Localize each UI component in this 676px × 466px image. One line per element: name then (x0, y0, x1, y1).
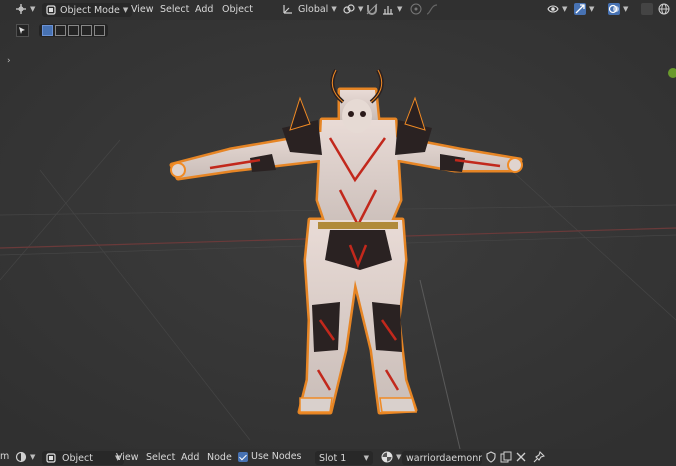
chevron-down-icon: ▼ (30, 453, 36, 461)
fake-user-toggle[interactable] (485, 451, 497, 463)
orientation-axes-icon (282, 3, 294, 15)
material-browse-button[interactable]: ▼ (381, 451, 401, 463)
slot-dropdown[interactable]: Slot 1 ▼ (315, 451, 373, 465)
xray-icon (641, 3, 653, 15)
magnet-icon (366, 3, 378, 15)
pivot-point-dropdown[interactable]: ▼ (343, 3, 363, 15)
menu-object[interactable]: Object (222, 4, 253, 15)
material-name: warriordaemonmat (406, 452, 482, 464)
chevron-down-icon: ▼ (562, 5, 568, 13)
menu-node[interactable]: Node (207, 452, 232, 463)
pivot-link-icon (343, 3, 355, 15)
copy-icon (500, 451, 512, 463)
chevron-down-icon: ▼ (331, 5, 337, 13)
chevron-down-icon: ▼ (623, 5, 629, 13)
viewport-canvas (0, 20, 676, 449)
tweak-tool-button[interactable] (16, 23, 29, 37)
snap-increment-icon (382, 3, 394, 15)
editor-type-button[interactable]: ▼ (15, 3, 35, 15)
chevron-down-icon: ▼ (396, 453, 402, 461)
close-icon (515, 451, 527, 463)
selection-mode-group[interactable] (39, 23, 108, 37)
overlays-icon (608, 3, 620, 15)
slot-label: Slot 1 (319, 452, 347, 464)
node-editor-icon (15, 451, 27, 463)
chevron-down-icon: ▼ (358, 5, 364, 13)
snap-target-dropdown[interactable]: ▼ (382, 3, 402, 15)
pin-toggle[interactable] (533, 450, 546, 463)
orientation-dropdown[interactable]: Global ▼ (282, 3, 337, 15)
menu-add[interactable]: Add (181, 452, 199, 463)
mode-label: Object Mode (60, 4, 120, 16)
falloff-curve-icon (426, 3, 438, 15)
proportional-falloff-icon (410, 3, 422, 15)
menu-add[interactable]: Add (195, 4, 213, 15)
globe-icon (658, 3, 670, 15)
select-new-icon[interactable] (42, 24, 53, 36)
xray-toggle[interactable] (641, 3, 653, 15)
toolbar-expand-arrow[interactable]: › (7, 56, 11, 66)
menu-select[interactable]: Select (146, 452, 175, 463)
shader-type-label: Object (62, 452, 93, 464)
chevron-down-icon: ▼ (589, 5, 595, 13)
shield-icon (485, 451, 497, 463)
proportional-editing-toggle[interactable] (410, 3, 422, 15)
gizmo-toggle[interactable]: ▼ (574, 3, 594, 15)
chevron-down-icon: ▼ (122, 6, 129, 14)
navigation-gizmo-dot[interactable] (668, 68, 676, 78)
menu-select[interactable]: Select (160, 4, 189, 15)
mode-dropdown[interactable]: Object Mode ▼ (42, 3, 133, 17)
chevron-down-icon: ▼ (397, 5, 403, 13)
overlays-toggle[interactable]: ▼ (608, 3, 628, 15)
menu-view[interactable]: View (131, 4, 154, 15)
use-nodes-checkbox[interactable]: Use Nodes (238, 451, 302, 462)
viewport-header: ▼ Object Mode ▼ View Select Add Object G… (0, 0, 676, 20)
object-icon (46, 453, 56, 463)
gizmo-icon (574, 3, 586, 15)
shader-type-dropdown[interactable]: Object ▼ (42, 451, 125, 465)
chevron-down-icon: ▼ (363, 454, 369, 462)
truncated-label: m (0, 451, 10, 462)
checkbox-checked-icon (238, 451, 248, 462)
falloff-dropdown[interactable] (426, 3, 438, 15)
duplicate-material-button[interactable] (500, 451, 512, 463)
shading-wireframe-button[interactable] (658, 3, 670, 15)
3d-viewport[interactable]: › (0, 20, 676, 449)
select-subtract-icon[interactable] (68, 24, 79, 36)
visibility-dropdown[interactable]: ▼ (547, 3, 567, 15)
object-mode-icon (46, 5, 56, 15)
snap-toggle[interactable] (366, 3, 378, 15)
shader-editor-header: m ▼ Object ▼ View Select Add Node Use No… (0, 449, 676, 466)
material-name-field[interactable]: warriordaemonmat (402, 451, 482, 465)
select-intersect-icon[interactable] (94, 24, 105, 36)
transform-icon (15, 3, 27, 15)
material-sphere-icon (381, 451, 393, 463)
menu-view[interactable]: View (116, 452, 139, 463)
select-invert-icon[interactable] (81, 24, 92, 36)
pin-icon (533, 450, 546, 463)
unlink-material-button[interactable] (515, 451, 527, 463)
editor-type-button[interactable]: ▼ (15, 451, 35, 463)
chevron-down-icon: ▼ (30, 5, 36, 13)
select-extend-icon[interactable] (55, 24, 66, 36)
use-nodes-label: Use Nodes (251, 451, 302, 462)
eye-icon (547, 3, 559, 15)
orientation-label: Global (298, 3, 329, 15)
